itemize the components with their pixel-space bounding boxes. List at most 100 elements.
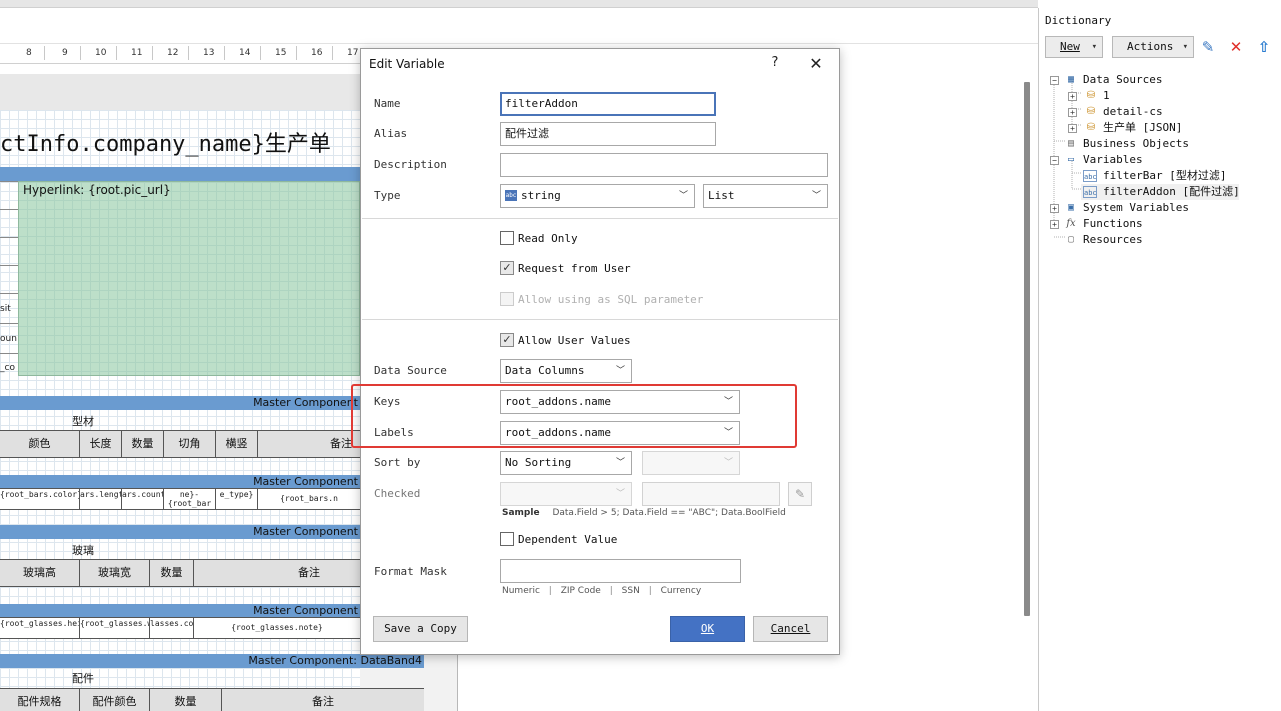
tree-item-system-variables[interactable]: + ▣ System Variables: [1039, 200, 1281, 216]
format-hint-zip[interactable]: ZIP Code: [561, 586, 601, 596]
expand-icon[interactable]: +: [1068, 124, 1077, 133]
dependent-value-label: Dependent Value: [518, 533, 618, 546]
hint-separator: |: [548, 586, 552, 596]
new-button-label: New: [1060, 40, 1080, 53]
separator: [362, 319, 838, 320]
format-hint-ssn[interactable]: SSN: [622, 586, 640, 596]
tree-label: 生产单 [JSON]: [1103, 121, 1183, 134]
tree-item-functions[interactable]: + fx Functions: [1039, 216, 1281, 232]
collapse-icon[interactable]: −: [1050, 76, 1059, 85]
tree-item-var-filteraddon[interactable]: abc filterAddon [配件过滤]: [1081, 184, 1240, 200]
header-cell: 数量: [150, 689, 222, 711]
left-cell: [0, 265, 18, 293]
sort-by-label: Sort by: [374, 456, 421, 469]
ruler-tick: 13: [203, 48, 215, 58]
ruler-tick: 11: [131, 48, 143, 58]
description-input[interactable]: [500, 153, 828, 177]
sort-by-value: No Sorting: [505, 456, 572, 469]
checked-expression-input[interactable]: [642, 482, 780, 506]
expand-icon[interactable]: +: [1050, 220, 1059, 229]
expand-icon[interactable]: +: [1068, 92, 1077, 101]
vertical-scrollbar[interactable]: [1024, 82, 1030, 616]
function-icon: fx: [1066, 218, 1076, 229]
ruler-tick: 15: [275, 48, 287, 58]
expand-icon[interactable]: +: [1068, 108, 1077, 117]
left-cell: [0, 209, 18, 237]
sample-text: Data.Field > 5; Data.Field == "ABC"; Dat…: [552, 508, 786, 518]
band-header[interactable]: Master Component: DataBand4: [0, 654, 424, 668]
tree-item-resources[interactable]: ▢ Resources: [1039, 232, 1281, 248]
hyperlink-image-component[interactable]: Hyperlink: {root.pic_url}: [18, 181, 360, 376]
cancel-button[interactable]: Cancel: [753, 616, 828, 642]
tree-item-ds-json[interactable]: + ⛁ 生产单 [JSON]: [1039, 120, 1281, 136]
tree-label: 1: [1103, 89, 1110, 102]
type-kind-select[interactable]: List ﹀: [703, 184, 828, 208]
ruler-tick: 17: [347, 48, 359, 58]
variable-icon: abc: [1083, 170, 1097, 182]
format-mask-input[interactable]: [500, 559, 741, 583]
data-cell: ne}-{root_bar: [164, 489, 216, 509]
glass-data-row[interactable]: {root_glasses.height} {root_glasses.widt…: [0, 617, 360, 639]
allow-user-values-label: Allow User Values: [518, 334, 631, 347]
request-from-user-checkbox[interactable]: ✓: [500, 261, 514, 275]
band-header[interactable]: Master Component: [0, 604, 360, 618]
tree-item-ds-1[interactable]: + ⛁ 1: [1039, 88, 1281, 104]
ruler-tick: 8: [26, 48, 32, 58]
new-button[interactable]: New ▾: [1045, 36, 1103, 58]
bars-data-row[interactable]: {root_bars.color} ars.length} ars.count}…: [0, 488, 360, 510]
tree-item-var-filterbar[interactable]: abc filterBar [型材过滤]: [1039, 168, 1281, 184]
business-object-icon: ▤: [1067, 138, 1075, 149]
dependent-value-checkbox[interactable]: [500, 532, 514, 546]
band-header[interactable]: Master Component: [0, 396, 360, 410]
read-only-checkbox[interactable]: [500, 231, 514, 245]
close-button[interactable]: ✕: [807, 54, 825, 74]
ok-button[interactable]: OK: [670, 616, 745, 642]
alias-input[interactable]: 配件过滤: [500, 122, 716, 146]
tree-item-variables[interactable]: − ▭ Variables: [1039, 152, 1281, 168]
ruler-line: [116, 46, 117, 60]
tree-item-ds-detail[interactable]: + ⛁ detail-cs: [1039, 104, 1281, 120]
tree-item-business-objects[interactable]: ▤ Business Objects: [1039, 136, 1281, 152]
format-hint-currency[interactable]: Currency: [661, 586, 702, 596]
edit-icon[interactable]: ✎: [1199, 38, 1217, 56]
save-copy-button[interactable]: Save a Copy: [373, 616, 468, 642]
actions-button-label: Actions: [1127, 40, 1174, 53]
data-source-select[interactable]: Data Columns ﹀: [500, 359, 632, 383]
annotation-highlight-box: [351, 384, 797, 448]
type-kind-value: List: [708, 189, 735, 202]
header-cell: 切角: [164, 431, 216, 457]
section-title-glass: 玻璃: [72, 544, 94, 557]
chevron-down-icon: ﹀: [678, 191, 688, 201]
ruler-tick: 10: [95, 48, 107, 58]
ruler-line: [152, 46, 153, 60]
name-input[interactable]: filterAddon: [500, 92, 716, 116]
chevron-down-icon: ﹀: [615, 489, 625, 499]
header-band-bar[interactable]: [0, 167, 360, 181]
allow-user-values-checkbox[interactable]: ✓: [500, 333, 514, 347]
collapse-icon[interactable]: −: [1050, 156, 1059, 165]
allow-sql-checkbox[interactable]: [500, 292, 514, 306]
move-up-icon[interactable]: ⇧: [1255, 38, 1273, 56]
tree-item-data-sources[interactable]: − ▦ Data Sources: [1039, 72, 1281, 88]
sort-direction-select[interactable]: ﹀: [642, 451, 740, 475]
ruler-line: [260, 46, 261, 60]
format-hint-numeric[interactable]: Numeric: [502, 586, 540, 596]
header-cell: 颜色: [0, 431, 80, 457]
chevron-down-icon: ﹀: [615, 366, 625, 376]
actions-button[interactable]: Actions ▾: [1112, 36, 1194, 58]
ruler-tick: 9: [62, 48, 68, 58]
data-source-label: Data Source: [374, 364, 447, 377]
checked-select[interactable]: ﹀: [500, 482, 632, 506]
expand-icon[interactable]: +: [1050, 204, 1059, 213]
band-header[interactable]: Master Component: [0, 475, 360, 489]
band-header[interactable]: Master Component: [0, 525, 360, 539]
report-title-text[interactable]: ctInfo.company_name}生产单: [0, 126, 331, 158]
help-button[interactable]: ?: [767, 55, 783, 73]
left-cell: _co: [0, 353, 18, 381]
edit-expression-icon[interactable]: ✎: [788, 482, 812, 506]
data-cell: ars.count}: [122, 489, 164, 509]
sort-by-select[interactable]: No Sorting ﹀: [500, 451, 632, 475]
type-select[interactable]: abc string ﹀: [500, 184, 695, 208]
hint-separator: |: [609, 586, 613, 596]
delete-icon[interactable]: ✕: [1227, 38, 1245, 56]
